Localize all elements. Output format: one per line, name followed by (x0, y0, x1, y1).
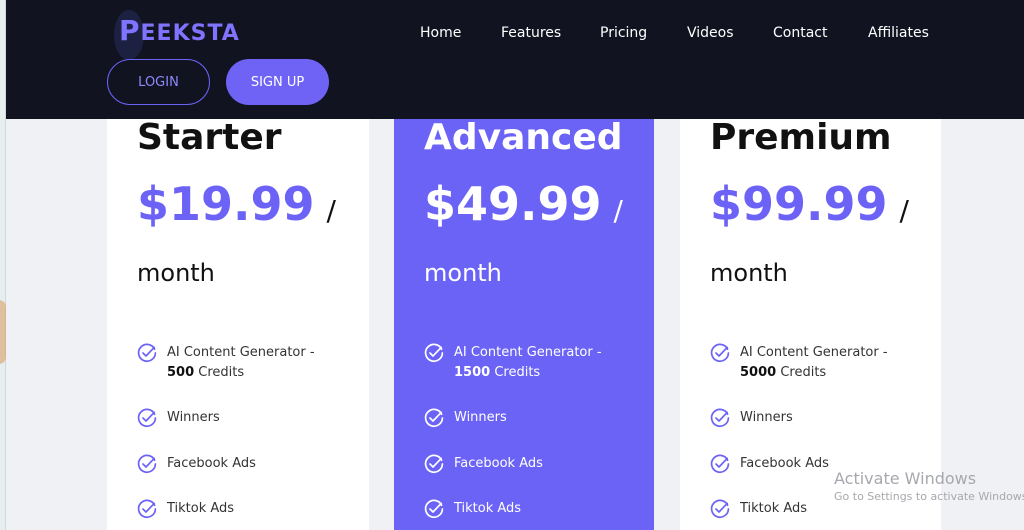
price-slash: / (613, 194, 623, 227)
check-circle-icon (424, 408, 444, 427)
check-circle-icon (424, 499, 444, 518)
feature-text: Tiktok Ads (167, 501, 235, 516)
plan-title: Premium (710, 117, 892, 158)
plan-price: $49.99 / (424, 177, 623, 231)
feature-item: Facebook Ads (137, 454, 327, 474)
check-circle-icon (424, 343, 444, 362)
price-slash: / (326, 194, 336, 227)
plan-title: Starter (137, 117, 282, 158)
check-circle-icon (137, 499, 157, 518)
check-circle-icon (137, 343, 157, 362)
site-header: PEEKSTA Home Features Pricing Videos Con… (6, 0, 1024, 119)
check-circle-icon (137, 408, 157, 427)
plan-price: $19.99 / (137, 177, 336, 231)
price-slash: / (899, 194, 909, 227)
price-period: month (424, 259, 502, 287)
feature-item: Winners (424, 408, 614, 428)
check-circle-icon (137, 454, 157, 473)
feature-text: Winners (740, 410, 793, 425)
nav-contact[interactable]: Contact (773, 25, 827, 41)
price-amount: $49.99 (424, 177, 602, 231)
feature-item: AI Content Generator - 500 Credits (137, 343, 327, 383)
left-edge-decoration (0, 300, 6, 364)
check-circle-icon (710, 343, 730, 362)
feature-text-suffix: Credits (194, 365, 245, 380)
feature-text-suffix: Credits (490, 365, 541, 380)
feature-text-suffix: Credits (776, 365, 827, 380)
feature-credits: 1500 (454, 365, 491, 380)
price-period: month (710, 259, 788, 287)
login-button[interactable]: LOGIN (107, 59, 210, 105)
feature-item: Tiktok Ads (137, 499, 327, 519)
nav-videos[interactable]: Videos (687, 25, 734, 41)
plan-title: Advanced (424, 117, 623, 158)
feature-text: Facebook Ads (454, 456, 543, 471)
site-logo[interactable]: PEEKSTA (119, 14, 240, 47)
nav-affiliates[interactable]: Affiliates (868, 25, 929, 41)
plan-price: $99.99 / (710, 177, 909, 231)
plan-card-advanced: Advanced $49.99 / month AI Content Genera… (394, 117, 654, 530)
feature-item: Winners (137, 408, 327, 428)
feature-text: AI Content Generator - (454, 345, 602, 360)
price-amount: $99.99 (710, 177, 888, 231)
feature-credits: 5000 (740, 365, 777, 380)
feature-item: Winners (710, 408, 900, 428)
feature-item: Facebook Ads (424, 454, 614, 474)
logo-first-letter: P (119, 14, 141, 47)
signup-button[interactable]: SIGN UP (226, 59, 329, 105)
check-circle-icon (710, 454, 730, 473)
logo-rest: EEKSTA (140, 21, 240, 46)
feature-text: Winners (167, 410, 220, 425)
activate-windows-subtitle: Go to Settings to activate Windows. (834, 490, 1024, 503)
nav-home[interactable]: Home (420, 25, 461, 41)
check-circle-icon (710, 408, 730, 427)
check-circle-icon (710, 499, 730, 518)
feature-text: AI Content Generator - (167, 345, 315, 360)
feature-text: Winners (454, 410, 507, 425)
plan-card-starter: Starter $19.99 / month AI Content Generat… (107, 117, 369, 530)
nav-features[interactable]: Features (501, 25, 561, 41)
feature-text: AI Content Generator - (740, 345, 888, 360)
feature-text: Facebook Ads (167, 456, 256, 471)
check-circle-icon (424, 454, 444, 473)
price-amount: $19.99 (137, 177, 315, 231)
feature-item: Tiktok Ads (424, 499, 614, 519)
nav-pricing[interactable]: Pricing (600, 25, 647, 41)
price-period: month (137, 259, 215, 287)
feature-item: AI Content Generator - 5000 Credits (710, 343, 900, 383)
feature-credits: 500 (167, 365, 195, 380)
activate-windows-title: Activate Windows (834, 469, 977, 488)
feature-item: AI Content Generator - 1500 Credits (424, 343, 614, 383)
feature-text: Tiktok Ads (454, 501, 522, 516)
